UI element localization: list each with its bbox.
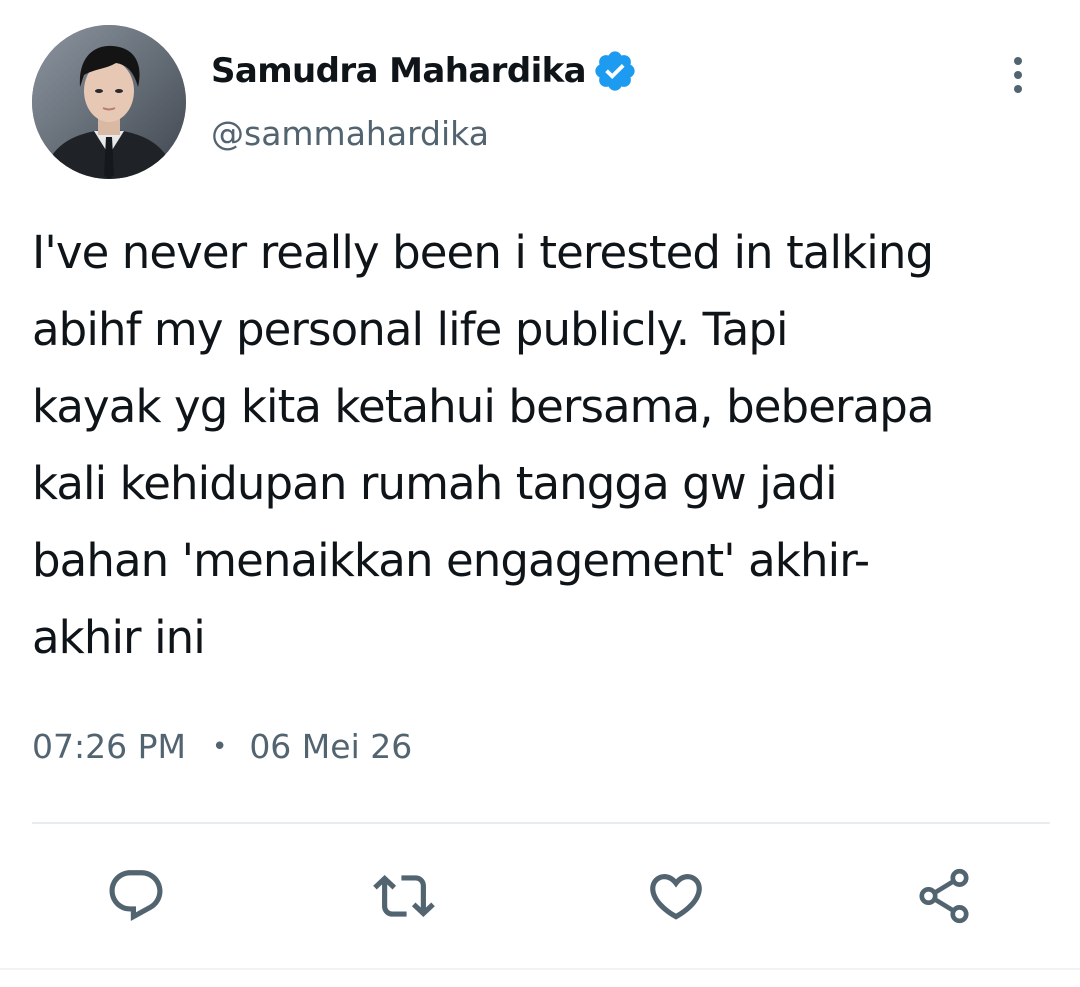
tweet-text-line: abihf my personal life publicly. Tapi (32, 303, 789, 356)
avatar[interactable] (32, 25, 186, 179)
tweet-date[interactable]: 06 Mei 26 (249, 727, 412, 766)
like-button[interactable] (640, 860, 712, 932)
tweet-text-line: I've never really been i terested in tal… (32, 226, 934, 279)
tweet-text-line: akhir ini (32, 611, 206, 664)
divider (32, 822, 1050, 824)
tweet-text: I've never really been i terested in tal… (32, 214, 1062, 676)
action-bar (0, 860, 1080, 932)
tweet-meta: 07:26 PM • 06 Mei 26 (32, 727, 412, 766)
share-button[interactable] (908, 860, 980, 932)
tweet-time[interactable]: 07:26 PM (32, 727, 186, 766)
like-icon (650, 874, 702, 920)
verified-badge-icon (592, 48, 638, 94)
reply-button[interactable] (100, 860, 172, 932)
tweet: Samudra Mahardika @sammahardika I've nev… (0, 0, 1080, 987)
tweet-text-line: kali kehidupan rumah tangga gw jadi (32, 457, 838, 510)
retweet-button[interactable] (368, 860, 440, 932)
profile-photo (32, 25, 186, 179)
tweet-text-line: bahan 'menaikkan engagement' akhir- (32, 534, 870, 587)
more-options-icon[interactable] (1000, 55, 1036, 95)
share-icon (919, 868, 969, 924)
tweet-text-line: kayak yg kita ketahui bersama, beberapa (32, 380, 935, 433)
meta-separator: • (211, 731, 228, 762)
retweet-icon (373, 875, 435, 917)
author-name-row[interactable]: Samudra Mahardika (211, 46, 638, 96)
author-handle[interactable]: @sammahardika (211, 114, 489, 153)
author-display-name[interactable]: Samudra Mahardika (211, 51, 587, 91)
reply-icon (109, 870, 163, 922)
bottom-divider (0, 968, 1080, 970)
